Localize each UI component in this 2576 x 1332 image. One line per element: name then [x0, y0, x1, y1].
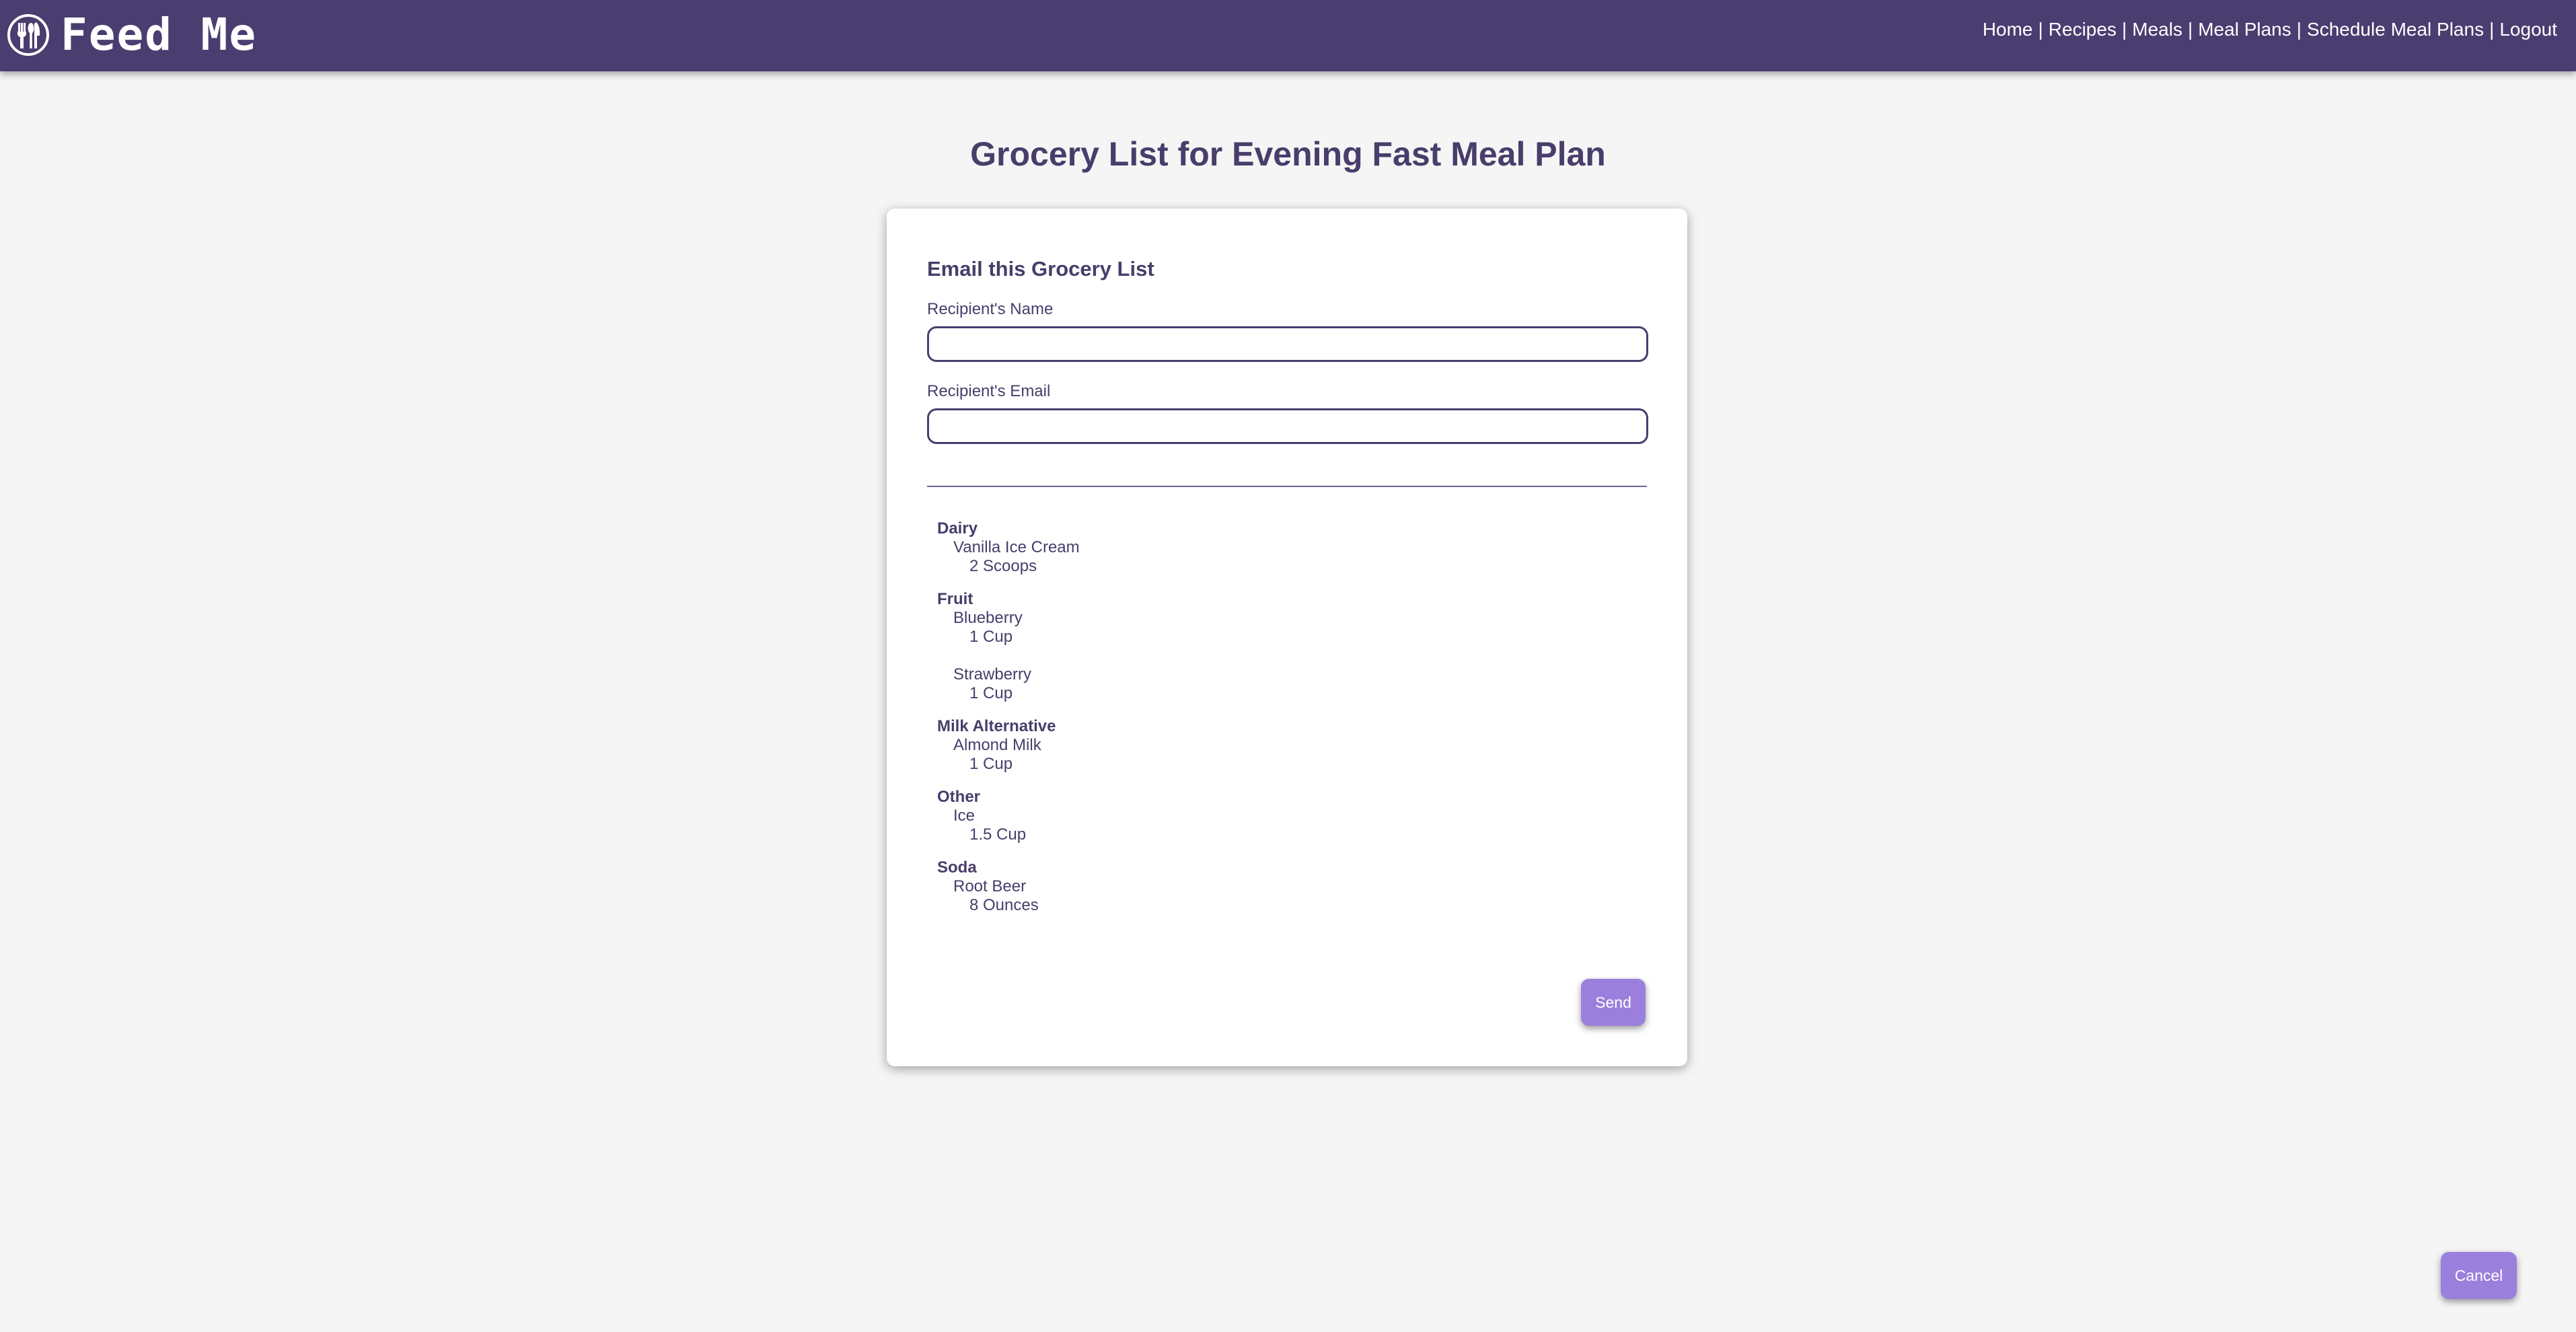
grocery-list: Dairy Vanilla Ice Cream 2 Scoops Fruit B… — [937, 519, 1610, 929]
category-name: Other — [937, 788, 981, 806]
grocery-item: Root Beer 8 Ounces — [953, 877, 1610, 915]
category-name: Dairy — [937, 519, 978, 538]
nav-separator: | — [2489, 19, 2495, 40]
cancel-button[interactable]: Cancel — [2441, 1252, 2517, 1299]
grocery-item: Strawberry 1 Cup — [953, 665, 1610, 703]
item-quantity: 1 Cup — [969, 755, 1013, 773]
nav-separator: | — [2296, 19, 2302, 40]
page-title: Grocery List for Evening Fast Meal Plan — [970, 135, 1606, 173]
card-heading: Email this Grocery List — [927, 257, 1154, 281]
item-name: Blueberry — [953, 609, 1023, 627]
grocery-item: Vanilla Ice Cream 2 Scoops — [953, 538, 1610, 576]
grocery-item: Blueberry 1 Cup — [953, 609, 1610, 646]
divider — [927, 486, 1647, 487]
nav-recipes[interactable]: Recipes — [2049, 19, 2117, 40]
recipient-name-input[interactable] — [927, 326, 1648, 362]
category-name: Milk Alternative — [937, 717, 1056, 735]
item-name: Almond Milk — [953, 736, 1041, 754]
item-quantity: 1 Cup — [969, 628, 1013, 646]
send-button[interactable]: Send — [1581, 979, 1646, 1026]
brand-name: Feed Me — [61, 9, 258, 61]
grocery-item: Almond Milk 1 Cup — [953, 736, 1610, 774]
main-nav: Home | Recipes | Meals | Meal Plans | Sc… — [1983, 19, 2557, 40]
nav-meal-plans[interactable]: Meal Plans — [2198, 19, 2291, 40]
grocery-item: Ice 1.5 Cup — [953, 807, 1610, 844]
nav-home[interactable]: Home — [1983, 19, 2033, 40]
grocery-category: Milk Alternative Almond Milk 1 Cup — [937, 717, 1610, 774]
email-grocery-card: Email this Grocery List Recipient's Name… — [887, 209, 1687, 1066]
item-quantity: 1.5 Cup — [969, 825, 1027, 844]
category-name: Fruit — [937, 590, 973, 608]
grocery-category: Soda Root Beer 8 Ounces — [937, 858, 1610, 915]
item-quantity: 2 Scoops — [969, 557, 1037, 575]
nav-separator: | — [2187, 19, 2193, 40]
nav-meals[interactable]: Meals — [2132, 19, 2182, 40]
fork-spoon-knife-icon — [7, 14, 49, 56]
recipient-email-label: Recipient's Email — [927, 382, 1051, 400]
top-navbar: Feed Me Home | Recipes | Meals | Meal Pl… — [0, 0, 2576, 71]
item-name: Vanilla Ice Cream — [953, 538, 1080, 556]
grocery-category: Other Ice 1.5 Cup — [937, 788, 1610, 844]
nav-separator: | — [2121, 19, 2127, 40]
item-name: Root Beer — [953, 877, 1027, 895]
grocery-category: Dairy Vanilla Ice Cream 2 Scoops — [937, 519, 1610, 576]
item-name: Ice — [953, 807, 976, 825]
item-quantity: 1 Cup — [969, 684, 1013, 702]
category-name: Soda — [937, 858, 977, 877]
recipient-name-label: Recipient's Name — [927, 300, 1054, 318]
grocery-category: Fruit Blueberry 1 Cup Strawberry 1 Cup — [937, 590, 1610, 703]
nav-separator: | — [2038, 19, 2043, 40]
brand[interactable]: Feed Me — [7, 8, 257, 62]
item-quantity: 8 Ounces — [969, 896, 1039, 914]
nav-schedule-meal-plans[interactable]: Schedule Meal Plans — [2307, 19, 2484, 40]
recipient-email-input[interactable] — [927, 408, 1648, 444]
nav-logout[interactable]: Logout — [2499, 19, 2557, 40]
item-name: Strawberry — [953, 665, 1032, 683]
